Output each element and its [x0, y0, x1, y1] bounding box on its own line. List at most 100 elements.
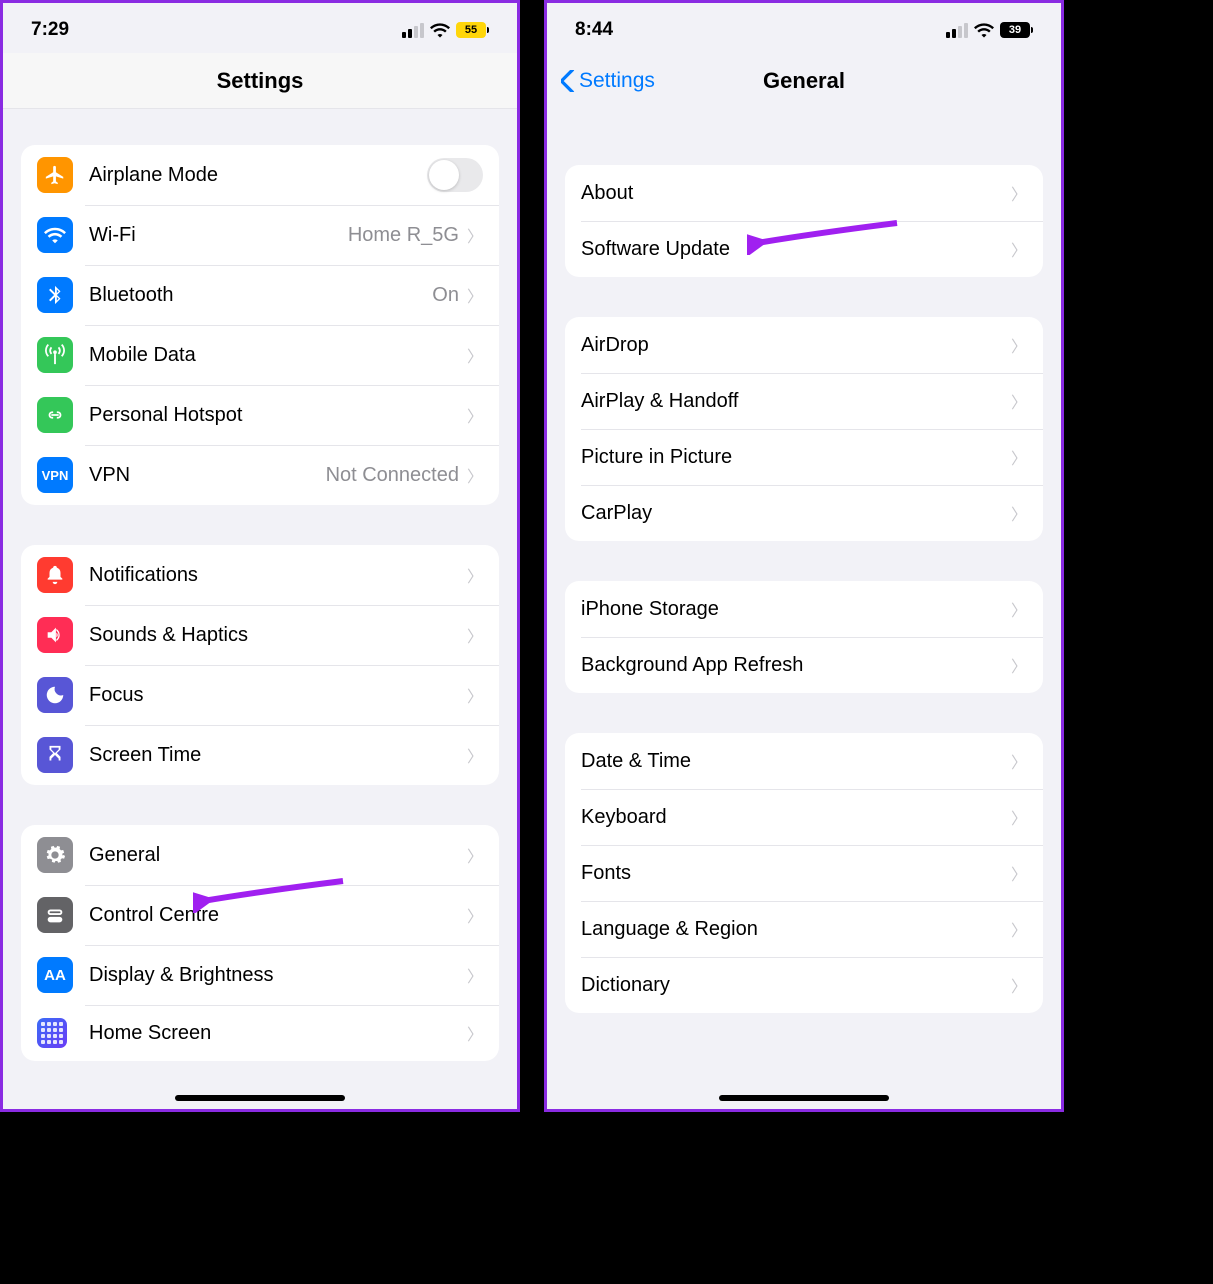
row-label: Wi-Fi — [89, 224, 348, 247]
row-vpn[interactable]: VPN VPN Not Connected 〉 — [21, 445, 499, 505]
moon-icon — [37, 677, 73, 713]
vpn-icon: VPN — [37, 457, 73, 493]
status-bar: 7:29 55 — [3, 3, 517, 53]
row-airdrop[interactable]: AirDrop 〉 — [565, 317, 1043, 373]
status-bar: 8:44 39 — [547, 3, 1061, 53]
row-general[interactable]: General 〉 — [21, 825, 499, 885]
row-detail: Not Connected — [326, 464, 459, 487]
row-detail: Home R_5G — [348, 224, 459, 247]
chevron-right-icon: 〉 — [1011, 805, 1027, 829]
chevron-right-icon: 〉 — [467, 223, 483, 247]
airplane-icon — [37, 157, 73, 193]
row-carplay[interactable]: CarPlay 〉 — [565, 485, 1043, 541]
row-screen-time[interactable]: Screen Time 〉 — [21, 725, 499, 785]
row-background-app-refresh[interactable]: Background App Refresh 〉 — [565, 637, 1043, 693]
chevron-right-icon: 〉 — [1011, 181, 1027, 205]
chevron-right-icon: 〉 — [467, 343, 483, 367]
wifi-icon — [974, 22, 994, 38]
chevron-right-icon: 〉 — [1011, 653, 1027, 677]
row-software-update[interactable]: Software Update 〉 — [565, 221, 1043, 277]
section-attention: Notifications 〉 Sounds & Haptics 〉 Focus… — [21, 545, 499, 785]
row-label: Fonts — [581, 862, 1011, 885]
back-label: Settings — [579, 69, 655, 93]
status-indicators: 55 — [402, 22, 489, 38]
chevron-right-icon: 〉 — [1011, 917, 1027, 941]
row-about[interactable]: About 〉 — [565, 165, 1043, 221]
row-airplane-mode[interactable]: Airplane Mode — [21, 145, 499, 205]
phone-settings: 7:29 55 Settings Airplane Mode — [0, 0, 520, 1112]
row-label: CarPlay — [581, 502, 1011, 525]
home-indicator[interactable] — [719, 1095, 889, 1101]
chevron-right-icon: 〉 — [467, 963, 483, 987]
row-iphone-storage[interactable]: iPhone Storage 〉 — [565, 581, 1043, 637]
row-dictionary[interactable]: Dictionary 〉 — [565, 957, 1043, 1013]
row-language-region[interactable]: Language & Region 〉 — [565, 901, 1043, 957]
row-home-screen[interactable]: Home Screen 〉 — [21, 1005, 499, 1061]
wifi-icon — [37, 217, 73, 253]
row-bluetooth[interactable]: Bluetooth On 〉 — [21, 265, 499, 325]
row-label: Home Screen — [89, 1022, 467, 1045]
row-label: VPN — [89, 464, 326, 487]
chevron-right-icon: 〉 — [467, 843, 483, 867]
chevron-right-icon: 〉 — [467, 283, 483, 307]
row-label: Airplane Mode — [89, 164, 427, 187]
row-label: Mobile Data — [89, 344, 467, 367]
row-focus[interactable]: Focus 〉 — [21, 665, 499, 725]
nav-header: Settings General — [547, 53, 1061, 109]
speaker-icon — [37, 617, 73, 653]
row-label: Control Centre — [89, 904, 467, 927]
row-label: Bluetooth — [89, 284, 432, 307]
bluetooth-icon — [37, 277, 73, 313]
row-label: About — [581, 182, 1011, 205]
home-indicator[interactable] — [175, 1095, 345, 1101]
section-device: General 〉 Control Centre 〉 AA Display & … — [21, 825, 499, 1061]
row-label: Dictionary — [581, 974, 1011, 997]
row-notifications[interactable]: Notifications 〉 — [21, 545, 499, 605]
row-label: General — [89, 844, 467, 867]
chevron-right-icon: 〉 — [1011, 597, 1027, 621]
row-label: Screen Time — [89, 744, 467, 767]
nav-header: Settings — [3, 53, 517, 109]
row-picture-in-picture[interactable]: Picture in Picture 〉 — [565, 429, 1043, 485]
row-fonts[interactable]: Fonts 〉 — [565, 845, 1043, 901]
settings-list: Airplane Mode Wi-Fi Home R_5G 〉 Bluetoot… — [3, 109, 517, 1112]
switches-icon — [37, 897, 73, 933]
row-wifi[interactable]: Wi-Fi Home R_5G 〉 — [21, 205, 499, 265]
row-label: Notifications — [89, 564, 467, 587]
phone-general: 8:44 39 Settings General About 〉 Softw — [544, 0, 1064, 1112]
airplane-toggle[interactable] — [427, 158, 483, 192]
chevron-right-icon: 〉 — [467, 463, 483, 487]
bell-icon — [37, 557, 73, 593]
chevron-right-icon: 〉 — [467, 683, 483, 707]
chevron-right-icon: 〉 — [1011, 389, 1027, 413]
chevron-right-icon: 〉 — [1011, 445, 1027, 469]
row-label: Sounds & Haptics — [89, 624, 467, 647]
chevron-right-icon: 〉 — [1011, 333, 1027, 357]
wifi-icon — [430, 22, 450, 38]
row-label: Date & Time — [581, 750, 1011, 773]
row-control-centre[interactable]: Control Centre 〉 — [21, 885, 499, 945]
back-button[interactable]: Settings — [561, 69, 655, 93]
row-mobile-data[interactable]: Mobile Data 〉 — [21, 325, 499, 385]
chevron-right-icon: 〉 — [1011, 237, 1027, 261]
section-info: About 〉 Software Update 〉 — [565, 165, 1043, 277]
chevron-right-icon: 〉 — [467, 403, 483, 427]
antenna-icon — [37, 337, 73, 373]
page-title: Settings — [217, 68, 304, 94]
row-label: Picture in Picture — [581, 446, 1011, 469]
row-display-brightness[interactable]: AA Display & Brightness 〉 — [21, 945, 499, 1005]
row-date-time[interactable]: Date & Time 〉 — [565, 733, 1043, 789]
row-airplay-handoff[interactable]: AirPlay & Handoff 〉 — [565, 373, 1043, 429]
row-personal-hotspot[interactable]: Personal Hotspot 〉 — [21, 385, 499, 445]
hotspot-icon — [37, 397, 73, 433]
row-label: Personal Hotspot — [89, 404, 467, 427]
status-time: 8:44 — [575, 19, 613, 41]
battery-icon: 39 — [1000, 22, 1033, 38]
row-sounds-haptics[interactable]: Sounds & Haptics 〉 — [21, 605, 499, 665]
row-keyboard[interactable]: Keyboard 〉 — [565, 789, 1043, 845]
chevron-right-icon: 〉 — [1011, 501, 1027, 525]
text-size-icon: AA — [37, 957, 73, 993]
chevron-right-icon: 〉 — [1011, 749, 1027, 773]
status-indicators: 39 — [946, 22, 1033, 38]
section-air: AirDrop 〉 AirPlay & Handoff 〉 Picture in… — [565, 317, 1043, 541]
